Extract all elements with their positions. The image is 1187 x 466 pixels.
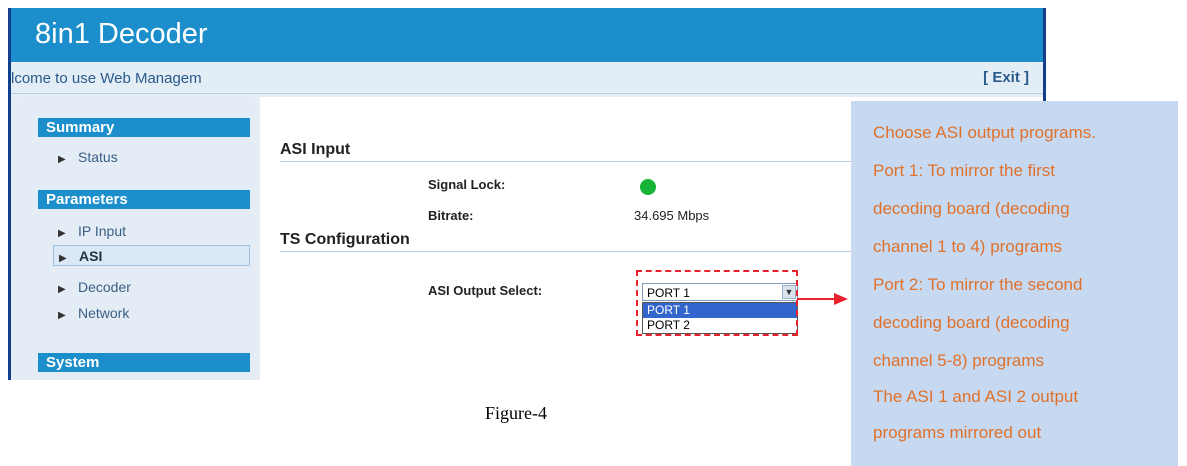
welcome-bar: lcome to use Web Managem [ Exit ] bbox=[11, 63, 1043, 94]
sidebar-item-decoder[interactable]: ▶ Decoder bbox=[58, 277, 250, 298]
ts-config-heading: TS Configuration bbox=[280, 231, 410, 248]
sidebar-section-summary[interactable]: Summary bbox=[38, 118, 250, 137]
bitrate-label: Bitrate: bbox=[428, 208, 474, 223]
callout-line: Port 2: To mirror the second bbox=[873, 275, 1083, 294]
sidebar: Summary ▶ Status Parameters ▶ IP Input ▶ AS… bbox=[18, 97, 254, 380]
bitrate-value: 34.695 Mbps bbox=[634, 208, 710, 223]
sidebar-item-asi[interactable]: ▶ ASI bbox=[53, 245, 250, 266]
triangle-right-icon: ▶ bbox=[58, 310, 66, 321]
sidebar-item-status[interactable]: ▶ Status bbox=[58, 147, 250, 168]
app-title: 8in1 Decoder bbox=[35, 18, 208, 50]
callout-line: decoding board (decoding bbox=[873, 199, 1070, 218]
callout-line: channel 1 to 4) programs bbox=[873, 237, 1062, 256]
signal-lock-label: Signal Lock: bbox=[428, 177, 506, 192]
callout-line: programs mirrored out bbox=[873, 423, 1042, 442]
signal-lock-indicator bbox=[640, 179, 656, 195]
exit-link[interactable]: [ Exit ] bbox=[983, 69, 1029, 86]
triangle-right-icon: ▶ bbox=[58, 228, 66, 239]
sidebar-item-label: Network bbox=[78, 305, 130, 321]
triangle-right-icon: ▶ bbox=[58, 154, 66, 165]
sidebar-item-label: Status bbox=[78, 149, 118, 165]
sidebar-item-label: Decoder bbox=[78, 279, 131, 295]
triangle-right-icon: ▶ bbox=[59, 253, 67, 264]
callout-line: Port 1: To mirror the first bbox=[873, 161, 1056, 180]
callout-line: The ASI 1 and ASI 2 output bbox=[873, 387, 1079, 406]
callout-line: decoding board (decoding bbox=[873, 313, 1070, 332]
sidebar-item-network[interactable]: ▶ Network bbox=[58, 303, 250, 324]
sidebar-item-ip-input[interactable]: ▶ IP Input bbox=[58, 221, 250, 242]
triangle-right-icon: ▶ bbox=[58, 284, 66, 295]
app-header: 8in1 Decoder bbox=[11, 8, 1043, 62]
sidebar-section-parameters[interactable]: Parameters bbox=[38, 190, 250, 209]
asi-output-select-label: ASI Output Select: bbox=[428, 283, 543, 298]
sidebar-section-system[interactable]: System bbox=[38, 353, 250, 372]
annotation-dashed-box bbox=[636, 270, 798, 336]
annotation-arrow-icon bbox=[797, 293, 848, 305]
figure-caption: Figure-4 bbox=[485, 403, 547, 423]
welcome-text: lcome to use Web Managem bbox=[11, 70, 202, 87]
callout-line: Choose ASI output programs. bbox=[873, 123, 1097, 142]
asi-input-heading: ASI Input bbox=[280, 141, 351, 158]
callout-line: channel 5-8) programs bbox=[873, 351, 1045, 370]
callout-box: Choose ASI output programs. Port 1: To m… bbox=[851, 101, 1178, 466]
sidebar-item-label: ASI bbox=[79, 248, 103, 264]
sidebar-item-label: IP Input bbox=[78, 223, 127, 239]
